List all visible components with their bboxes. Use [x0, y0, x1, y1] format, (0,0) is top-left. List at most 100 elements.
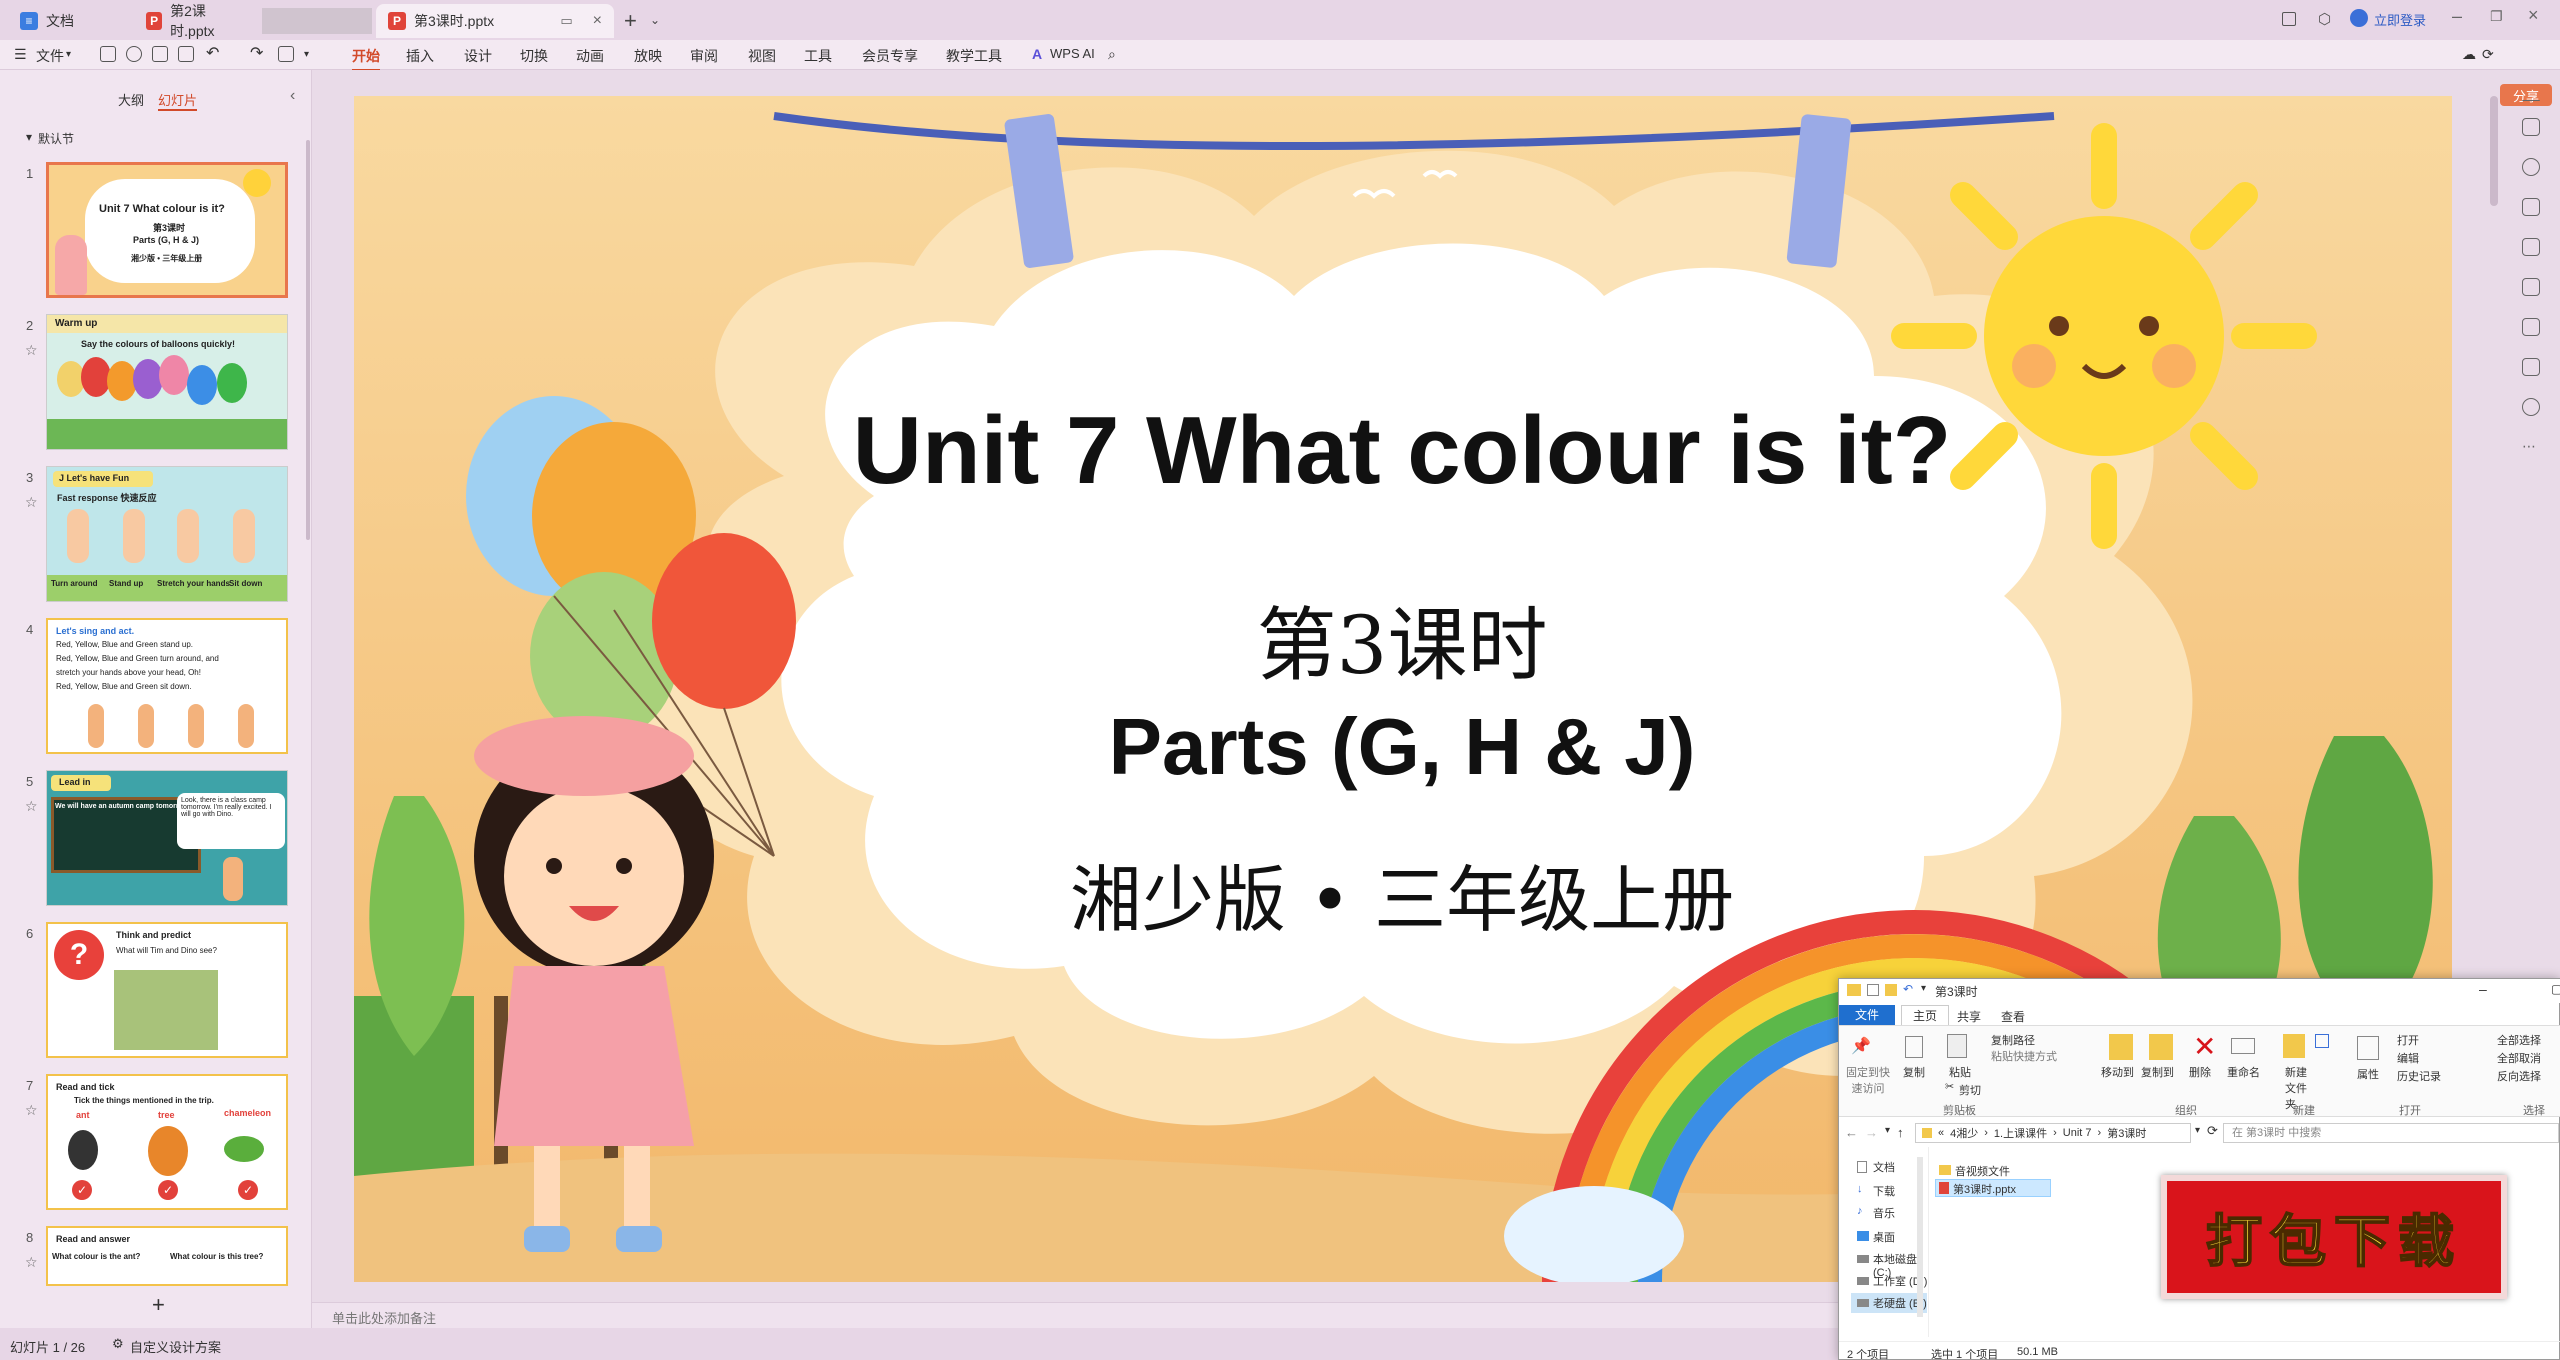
new-item-icon[interactable]: [2315, 1034, 2329, 1048]
star-icon[interactable]: ☆: [25, 1254, 38, 1271]
rename-icon[interactable]: [2231, 1038, 2255, 1054]
cloud-icon[interactable]: ☁: [2462, 46, 2476, 63]
edit-button[interactable]: 编辑: [2397, 1050, 2419, 1066]
search-icon[interactable]: ⌕: [1108, 46, 1116, 63]
cut-button[interactable]: 剪切: [1959, 1082, 1981, 1098]
tab-file-2[interactable]: P 第2课时.pptx: [134, 3, 254, 39]
slide-thumb-2[interactable]: Warm up Say the colours of balloons quic…: [46, 314, 288, 450]
file-item[interactable]: 第3课时.pptx: [1953, 1181, 2016, 1197]
magic-icon[interactable]: [2522, 118, 2540, 136]
path-item[interactable]: 4湘少: [1950, 1125, 1978, 1141]
properties-button[interactable]: 属性: [2357, 1066, 2379, 1082]
menu-design[interactable]: 设计: [464, 46, 492, 66]
history-icon[interactable]: ⟳: [2482, 46, 2494, 63]
tab-file-3[interactable]: P 第3课时.pptx ▭ ×: [376, 4, 614, 38]
menu-animation[interactable]: 动画: [576, 46, 604, 66]
hamburger-icon[interactable]: ☰: [14, 46, 27, 63]
move-to-button[interactable]: 移动到: [2101, 1064, 2134, 1080]
slide-scrollbar[interactable]: [2490, 96, 2498, 206]
tools-icon[interactable]: [2522, 278, 2540, 296]
new-tab-icon[interactable]: +: [624, 8, 637, 34]
chevron-down-icon[interactable]: ▾: [1921, 983, 1926, 994]
path-item[interactable]: Unit 7: [2063, 1127, 2092, 1139]
chevron-down-icon[interactable]: ⌄: [650, 13, 660, 27]
explorer-tab-home[interactable]: 主页: [1901, 1005, 1949, 1025]
section-chevron-icon[interactable]: ▾: [26, 130, 32, 144]
move-to-icon[interactable]: [2109, 1034, 2133, 1060]
properties-icon[interactable]: [2357, 1036, 2379, 1060]
back-icon[interactable]: ←: [1845, 1125, 1858, 1140]
print-icon[interactable]: [152, 46, 168, 62]
address-bar[interactable]: « 4湘少 › 1.上课课件 › Unit 7 › 第3课时: [1915, 1123, 2191, 1143]
open-icon[interactable]: [126, 46, 142, 62]
refresh-icon[interactable]: ⟳: [2207, 1123, 2218, 1139]
star-icon[interactable]: ☆: [25, 342, 38, 359]
menu-teaching-tools[interactable]: 教学工具: [946, 46, 1002, 66]
copy-to-icon[interactable]: [2149, 1034, 2173, 1060]
wps-ai-button[interactable]: WPS AI: [1050, 46, 1095, 61]
up-icon[interactable]: ↑: [1897, 1125, 1904, 1140]
library-icon[interactable]: [2522, 358, 2540, 376]
image-icon[interactable]: [2522, 238, 2540, 256]
invert-selection-button[interactable]: 反向选择: [2497, 1068, 2541, 1084]
minus-icon[interactable]: [2522, 100, 2540, 102]
menu-view[interactable]: 视图: [748, 46, 776, 66]
pin-quick-access[interactable]: 固定到快速访问: [1843, 1064, 1893, 1096]
redo-icon[interactable]: ↷: [250, 43, 263, 63]
star-icon[interactable]: ☆: [25, 1102, 38, 1119]
design-scheme[interactable]: 自定义设计方案: [130, 1337, 221, 1356]
format-painter-icon[interactable]: [278, 46, 294, 62]
undo-icon[interactable]: ↶: [206, 43, 219, 63]
minimize-icon[interactable]: –: [2452, 6, 2462, 27]
copy-icon[interactable]: [2522, 198, 2540, 216]
file-menu[interactable]: 文件: [36, 46, 64, 66]
menu-member[interactable]: 会员专享: [862, 46, 918, 66]
delete-button[interactable]: 删除: [2189, 1064, 2211, 1080]
tab-docs[interactable]: ≡ 文档: [8, 4, 86, 38]
rename-button[interactable]: 重命名: [2227, 1064, 2260, 1080]
search-input[interactable]: 在 第3课时 中搜索: [2223, 1123, 2559, 1143]
slide-thumb-5[interactable]: Lead in We will have an autumn camp tomo…: [46, 770, 288, 906]
chevron-down-icon[interactable]: ▾: [1885, 1125, 1890, 1136]
slide-thumb-7[interactable]: Read and tick Tick the things mentioned …: [46, 1074, 288, 1210]
add-slide-button[interactable]: +: [152, 1292, 165, 1318]
chevron-down-icon[interactable]: ▾: [2195, 1125, 2200, 1136]
nav-scrollbar[interactable]: [1917, 1157, 1923, 1317]
slide-thumb-1[interactable]: Unit 7 What colour is it? 第3课时 Parts (G,…: [46, 162, 288, 298]
chevron-down-icon[interactable]: ▾: [66, 49, 71, 60]
paste-icon[interactable]: [1947, 1034, 1967, 1058]
history-button[interactable]: 历史记录: [2397, 1068, 2441, 1084]
pin-icon[interactable]: 📌: [1851, 1036, 1871, 1056]
slide-thumb-6[interactable]: ? Think and predict What will Tim and Di…: [46, 922, 288, 1058]
chevron-down-icon[interactable]: ▾: [304, 49, 309, 60]
minimize-icon[interactable]: –: [2479, 981, 2487, 997]
close-tab-icon[interactable]: ×: [593, 12, 602, 30]
more-icon[interactable]: ⋯: [2522, 438, 2536, 455]
slide-thumb-8[interactable]: Read and answer What colour is the ant? …: [46, 1226, 288, 1286]
explorer-tab-share[interactable]: 共享: [1957, 1008, 1981, 1025]
wps-ai-icon[interactable]: A: [1032, 46, 1042, 62]
undo-icon[interactable]: ↶: [1903, 982, 1913, 996]
path-item[interactable]: 1.上课课件: [1994, 1125, 2047, 1141]
path-item[interactable]: 第3课时: [2107, 1125, 2146, 1141]
scissors-icon[interactable]: ✂: [1945, 1080, 1954, 1093]
copy-to-button[interactable]: 复制到: [2141, 1064, 2174, 1080]
new-folder-icon[interactable]: [1885, 984, 1897, 996]
maximize-icon[interactable]: ▢: [2551, 982, 2560, 996]
tab-slides[interactable]: 幻灯片: [158, 90, 198, 111]
avatar-icon[interactable]: [2350, 9, 2368, 27]
file-item[interactable]: 音视频文件: [1955, 1163, 2010, 1179]
explorer-tab-view[interactable]: 查看: [2001, 1008, 2025, 1025]
paste-button[interactable]: 粘贴: [1949, 1064, 1971, 1080]
download-banner[interactable]: 打包下载: [2161, 1175, 2507, 1299]
document-icon[interactable]: [2522, 318, 2540, 336]
menu-slideshow[interactable]: 放映: [634, 46, 662, 66]
nav-documents[interactable]: 文档: [1873, 1159, 1895, 1175]
new-folder-icon[interactable]: [2283, 1034, 2305, 1058]
menu-review[interactable]: 审阅: [690, 46, 718, 66]
nav-desktop[interactable]: 桌面: [1873, 1229, 1895, 1245]
print-preview-icon[interactable]: [178, 46, 194, 62]
star-icon[interactable]: ☆: [25, 798, 38, 815]
collapse-panel-icon[interactable]: ‹: [290, 87, 295, 105]
forward-icon[interactable]: →: [1865, 1125, 1878, 1140]
